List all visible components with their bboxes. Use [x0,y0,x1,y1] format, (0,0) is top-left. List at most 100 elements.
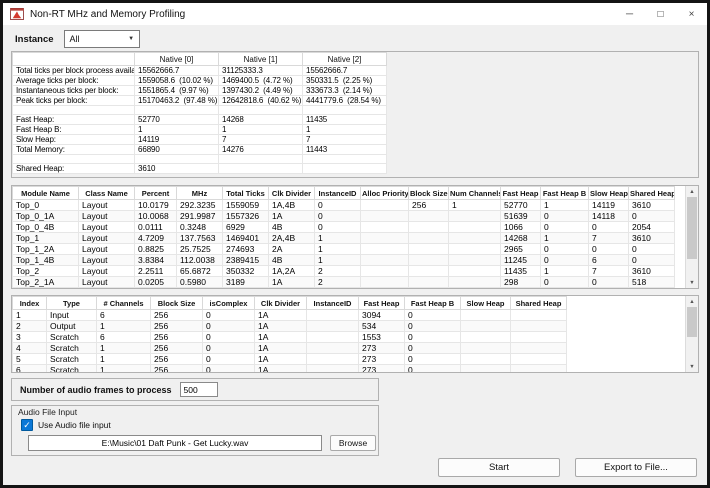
table-cell[interactable]: 6 [13,365,47,374]
table-cell[interactable]: 0 [541,255,589,266]
scroll-thumb[interactable] [687,197,697,259]
table-cell[interactable] [449,211,501,222]
table-cell[interactable]: Scratch [47,332,97,343]
table-cell[interactable] [449,244,501,255]
table-cell[interactable]: 3610 [629,233,675,244]
table-cell[interactable]: 350332 [223,266,269,277]
maximize-button[interactable]: □ [645,3,676,25]
table-cell[interactable]: 7 [589,233,629,244]
table-cell[interactable] [511,310,567,321]
table-cell[interactable]: 1A [255,332,307,343]
table-row[interactable]: Instantaneous ticks per block:1551865.4 … [13,86,387,96]
table-cell[interactable]: 0 [541,222,589,233]
table-cell[interactable]: 2A [269,244,315,255]
table-cell[interactable] [361,255,409,266]
table-cell[interactable]: Fast Heap B: [13,125,135,135]
table-cell[interactable]: 1 [315,233,361,244]
table-cell[interactable]: 1397430.2 (4.49 %) [219,86,303,96]
table-cell[interactable]: 52770 [501,200,541,211]
table-cell[interactable] [461,354,511,365]
start-button[interactable]: Start [438,458,560,477]
table-cell[interactable]: 0 [405,343,461,354]
table-cell[interactable]: 0 [203,343,255,354]
table-cell[interactable]: 137.7563 [177,233,223,244]
table-cell[interactable]: 0 [315,211,361,222]
table-cell[interactable] [307,310,359,321]
table-cell[interactable]: 11435 [303,115,387,125]
table-cell[interactable] [409,277,449,288]
table-row[interactable]: Top_0_4BLayout0.01110.324869294B01066002… [13,222,686,233]
table-cell[interactable] [461,310,511,321]
table-cell[interactable]: 4441779.6 (28.54 %) [303,96,387,106]
table-cell[interactable]: 14118 [589,211,629,222]
table-cell[interactable]: 2A,4B [269,233,315,244]
table-cell[interactable]: 2965 [501,244,541,255]
table-cell[interactable] [219,155,303,164]
table-cell[interactable]: Output [47,321,97,332]
table-cell[interactable] [135,106,219,115]
table-cell[interactable] [511,321,567,332]
table-cell[interactable]: 6929 [223,222,269,233]
table-cell[interactable]: 333673.3 (2.14 %) [303,86,387,96]
table-cell[interactable] [219,164,303,174]
scroll-down-icon[interactable]: ▼ [686,277,698,288]
table-cell[interactable] [361,233,409,244]
table-cell[interactable]: 4B [269,222,315,233]
table-cell[interactable] [409,266,449,277]
table-row[interactable]: 4Scratch125601A2730 [13,343,686,354]
table-cell[interactable] [361,211,409,222]
table-cell[interactable]: 0 [589,222,629,233]
table-cell[interactable]: Slow Heap: [13,135,135,145]
table-row[interactable]: Total Memory:668901427611443 [13,145,387,155]
table-cell[interactable] [307,332,359,343]
table-row[interactable]: 6Scratch125601A2730 [13,365,686,374]
table-cell[interactable]: 5 [13,354,47,365]
table-cell[interactable]: Layout [79,211,135,222]
table-cell[interactable]: 298 [501,277,541,288]
scroll-down-icon[interactable]: ▼ [686,361,698,372]
table-cell[interactable]: 0 [405,354,461,365]
table-cell[interactable]: 0.0205 [135,277,177,288]
table-cell[interactable]: Layout [79,244,135,255]
table-cell[interactable]: 6 [589,255,629,266]
table-row[interactable]: Fast Heap:527701426811435 [13,115,387,125]
table-cell[interactable] [303,164,387,174]
table-cell[interactable]: 0 [315,200,361,211]
table-cell[interactable]: 1 [315,244,361,255]
table-cell[interactable]: 1 [13,310,47,321]
table-cell[interactable] [409,255,449,266]
table-cell[interactable] [307,365,359,374]
table-cell[interactable]: 4.7209 [135,233,177,244]
table-cell[interactable]: Layout [79,277,135,288]
table-cell[interactable]: Scratch [47,365,97,374]
table-cell[interactable] [361,222,409,233]
table-cell[interactable] [307,321,359,332]
table-row[interactable]: Average ticks per block:1559058.6 (10.02… [13,76,387,86]
table-cell[interactable]: 1 [303,125,387,135]
table-cell[interactable]: 1 [541,233,589,244]
checkbox-checked-icon[interactable]: ✓ [21,419,33,431]
table-cell[interactable]: 256 [151,343,203,354]
table-cell[interactable]: 1 [97,365,151,374]
table-cell[interactable]: 11435 [501,266,541,277]
table-cell[interactable]: 7 [303,135,387,145]
table-cell[interactable]: 1A [255,310,307,321]
table-cell[interactable]: 0 [203,332,255,343]
table-cell[interactable]: 0 [203,354,255,365]
table-cell[interactable]: 256 [151,321,203,332]
table-cell[interactable]: 2 [315,266,361,277]
table-cell[interactable] [307,343,359,354]
vertical-scrollbar[interactable]: ▲ ▼ [685,186,698,288]
table-cell[interactable]: 0 [405,310,461,321]
table-cell[interactable] [409,222,449,233]
table-cell[interactable]: Top_1 [13,233,79,244]
table-cell[interactable]: 1557326 [223,211,269,222]
table-cell[interactable]: Top_1_4B [13,255,79,266]
table-cell[interactable]: 0.0111 [135,222,177,233]
table-cell[interactable]: 0 [629,211,675,222]
table-cell[interactable] [219,106,303,115]
table-cell[interactable]: Layout [79,233,135,244]
table-cell[interactable] [449,277,501,288]
table-cell[interactable]: Top_1_2A [13,244,79,255]
table-cell[interactable] [13,106,135,115]
